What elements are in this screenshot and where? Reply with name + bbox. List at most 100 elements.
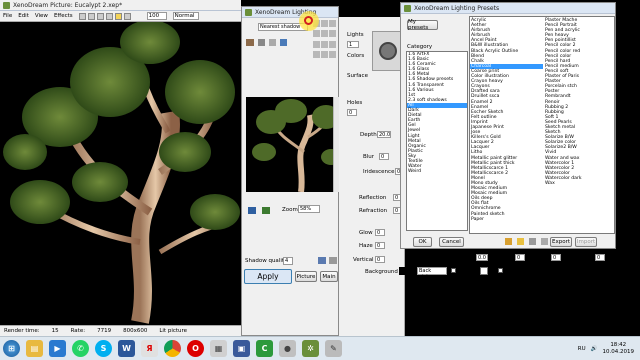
background-color-swatch[interactable] (399, 267, 409, 275)
picture-window-title: XenoDream Picture: Eucalypt 2.xep* (13, 1, 123, 9)
tool-icon[interactable] (87, 12, 95, 20)
surface-label: Surface (347, 73, 368, 79)
tool-icon[interactable] (114, 12, 122, 20)
apply-button[interactable]: Apply (244, 269, 292, 284)
blur-field[interactable]: 0 (379, 153, 389, 160)
menu-file[interactable]: File (3, 13, 12, 19)
skype-icon[interactable]: S (95, 340, 112, 357)
delete-icon[interactable] (541, 238, 548, 245)
shadow-quality-field[interactable]: 4 (283, 257, 293, 265)
cancel-button[interactable]: Cancel (439, 237, 464, 247)
glow-field[interactable]: 0 (375, 229, 385, 236)
haze-label: Haze (359, 243, 373, 249)
chrome-icon[interactable] (164, 340, 181, 357)
picture-button[interactable]: Picture (295, 271, 317, 282)
radius-field[interactable]: 0 (515, 254, 525, 261)
menu-view[interactable]: View (35, 13, 48, 19)
wand-icon[interactable] (505, 238, 512, 245)
copy-icon[interactable] (529, 238, 536, 245)
tool-icon[interactable] (96, 12, 104, 20)
presets-tool-icons (505, 238, 548, 245)
depth-field[interactable]: 20.0 (377, 131, 391, 138)
preset-grid-cell[interactable] (321, 20, 328, 27)
camera-button-icon[interactable] (318, 257, 326, 264)
settings-button-icon[interactable] (329, 257, 337, 264)
yandex-icon[interactable]: Я (141, 340, 158, 357)
rotation-field[interactable]: 0 (595, 254, 605, 261)
image-icon[interactable] (248, 207, 256, 214)
clock-date: 10.04.2019 (602, 348, 635, 355)
list-item[interactable]: Paper (470, 217, 543, 222)
menu-effects[interactable]: Effects (54, 13, 73, 19)
shadow-quality-label: Shadow quality (245, 258, 288, 264)
whatsapp-icon[interactable]: ✆ (72, 340, 89, 357)
depth-label: Depth (360, 132, 377, 138)
preset-grid-cell[interactable] (321, 30, 328, 38)
my-presets-button[interactable]: My presets (407, 19, 438, 31)
vertical-field[interactable]: 0 (375, 256, 385, 263)
preset-grid-cell[interactable] (321, 40, 328, 48)
explorer-icon[interactable]: ▤ (26, 340, 43, 357)
preset-grid-cell[interactable] (313, 40, 320, 48)
haze-pre-glow-checkbox[interactable]: Haze Pre Glow (498, 268, 544, 274)
ok-button[interactable]: OK (413, 237, 432, 247)
rotation-label: Rotation (571, 255, 595, 261)
import-button[interactable]: Import (575, 237, 597, 247)
preset-grid-cell[interactable] (329, 40, 336, 48)
volume-icon[interactable]: 🔊 (591, 346, 598, 352)
zoom-field[interactable]: 100 (146, 12, 167, 20)
haze-color-swatch[interactable] (480, 267, 488, 275)
frequency-field[interactable]: 0.0 (476, 254, 488, 261)
camera-icon[interactable] (246, 39, 254, 46)
presets-titlebar[interactable]: XenoDream Lighting Presets (401, 3, 615, 14)
blend-mode-select[interactable]: Normal (172, 12, 199, 20)
preset-grid-cell[interactable] (329, 30, 336, 38)
lock-icon[interactable] (258, 39, 265, 46)
menu-edit[interactable]: Edit (18, 13, 29, 19)
xenodream-taskbar-icon[interactable]: ✲ (302, 340, 319, 357)
checkbox-box[interactable] (451, 268, 456, 273)
preset-grid-cell[interactable] (313, 30, 320, 38)
record-icon[interactable]: ● (279, 340, 296, 357)
main-button[interactable]: Main (320, 271, 338, 282)
back-picture-select[interactable]: Back picture (417, 267, 447, 280)
holes-label: Holes (347, 100, 363, 106)
save-icon[interactable] (280, 39, 287, 46)
tool-taskbar-icon[interactable]: ✎ (325, 340, 342, 357)
camtasia-icon[interactable]: C (256, 340, 273, 357)
tree-render (3, 22, 240, 324)
clock[interactable]: 18:42 10.04.2019 (603, 342, 635, 356)
app-icon[interactable]: ▦ (210, 340, 227, 357)
language-indicator[interactable]: RU (578, 346, 586, 352)
preset-grid-cell[interactable] (329, 20, 336, 27)
lightning-icon[interactable] (517, 238, 524, 245)
preset-grid-cell[interactable] (329, 50, 336, 58)
preset-grid-cell[interactable] (313, 50, 320, 58)
dial-knob[interactable] (379, 42, 397, 60)
opera-icon[interactable]: O (187, 340, 204, 357)
category-list[interactable]: 1.6 ArtFX 1.6 Basic 1.6 Ceramic 1.6 Glass 1.… (406, 51, 468, 231)
video-editor-icon[interactable]: ▣ (233, 340, 250, 357)
list-item[interactable]: Weird (407, 169, 467, 174)
lights-field[interactable]: 1 (347, 41, 359, 48)
export-button[interactable]: Export (550, 237, 572, 247)
preset-list[interactable]: Acrylic Aether Airbrush Airbrush Ancel Paint… (469, 16, 615, 234)
picture-titlebar[interactable]: XenoDream Picture: Eucalypt 2.xep* (0, 0, 241, 11)
home-icon[interactable] (269, 39, 276, 46)
list-item[interactable]: Wax (544, 181, 614, 186)
tool-icon[interactable] (105, 12, 113, 20)
lighting-titlebar[interactable]: XenoDream Lighting (242, 7, 338, 18)
media-player-icon[interactable]: ▶ (49, 340, 66, 357)
tool-icon[interactable] (78, 12, 86, 20)
picture-toolbar: File Edit View Effects 100 Normal (0, 11, 241, 22)
swirl-field[interactable]: 0 (551, 254, 561, 261)
word-icon[interactable]: W (118, 340, 135, 357)
start-button-icon[interactable]: ⊞ (3, 340, 20, 357)
checkbox-box[interactable] (498, 268, 503, 273)
holes-field[interactable]: 0 (347, 109, 357, 116)
tool-icon[interactable] (123, 12, 131, 20)
haze-field[interactable]: 0 (375, 242, 385, 249)
tree-icon[interactable] (262, 207, 270, 214)
zoom-select[interactable]: 58% (298, 205, 320, 213)
preset-grid-cell[interactable] (321, 50, 328, 58)
